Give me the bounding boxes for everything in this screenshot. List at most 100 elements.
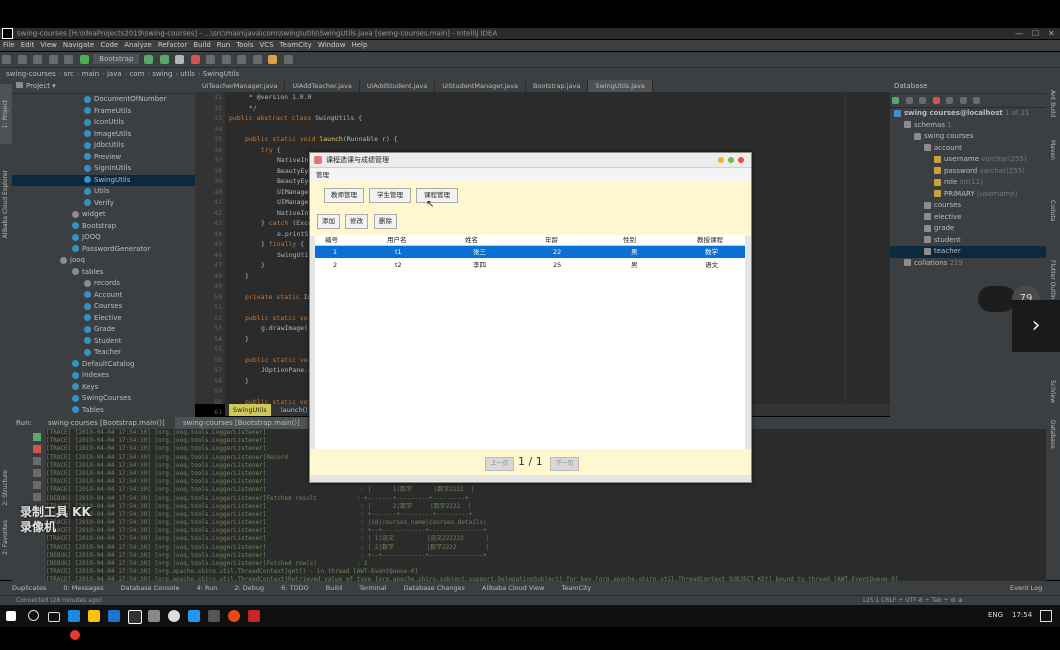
refresh-icon[interactable] <box>33 55 43 64</box>
column-header[interactable]: 姓名 <box>465 235 478 245</box>
app-icon-1[interactable] <box>148 610 160 622</box>
qq-icon[interactable] <box>188 610 200 622</box>
tree-item[interactable]: SwingCourses <box>12 393 195 405</box>
menu-window[interactable]: Window <box>318 41 346 49</box>
close-icon[interactable]: ✕ <box>1048 28 1055 39</box>
bottom-tab[interactable]: Database Console <box>121 584 180 592</box>
explorer-icon[interactable] <box>88 610 100 622</box>
tree-item[interactable]: FrameUtils <box>12 106 195 118</box>
manage-menu[interactable]: 管理 <box>316 171 329 179</box>
student-manage-button[interactable]: 学生管理 <box>369 188 411 203</box>
next-page-button[interactable]: 下一页 <box>550 457 579 471</box>
alibaba-explorer-tool-label[interactable]: Alibaba Cloud Explorer <box>2 170 9 238</box>
dialog-close-icon[interactable] <box>738 157 744 163</box>
dialog-maximize-icon[interactable] <box>728 157 734 163</box>
editor-tab[interactable]: UiStudentManager.java <box>435 80 526 92</box>
coverage-icon[interactable] <box>175 55 185 64</box>
project-panel-header[interactable]: Project ▾ <box>12 80 195 94</box>
editor-tab[interactable]: SwingUtils.java <box>588 80 653 92</box>
dialog-title-bar[interactable]: 课程选课与成绩管理 <box>310 153 751 168</box>
tree-item[interactable]: Account <box>12 290 195 302</box>
right-tool-tab[interactable]: Flutter Outline <box>1049 260 1056 303</box>
tree-item[interactable]: Teacher <box>12 347 195 359</box>
db-tree-item[interactable]: grade <box>890 223 1046 235</box>
menu-vcs[interactable]: VCS <box>259 41 273 49</box>
db-tree-item[interactable]: courses <box>890 200 1046 212</box>
tree-item[interactable]: Bootstrap <box>12 221 195 233</box>
nav-segment[interactable]: swing <box>152 70 172 78</box>
settings-run-icon[interactable] <box>33 481 41 489</box>
editor-tab[interactable]: UiAddStudent.java <box>360 80 436 92</box>
db-tree-item[interactable]: collations 219 <box>890 258 1046 270</box>
run-config-select[interactable]: Bootstrap <box>93 54 140 64</box>
input-language[interactable]: ENG <box>988 611 1003 619</box>
nav-segment[interactable]: SwingUtils <box>203 70 239 78</box>
run-tab-1[interactable]: swing-courses [Bootstrap.main()] <box>40 417 173 429</box>
breadcrumb-class[interactable]: SwingUtils <box>229 404 271 416</box>
db-tree-item[interactable]: student <box>890 235 1046 247</box>
db-tree-item[interactable]: password varchar(255) <box>890 166 1046 178</box>
search-taskbar-icon[interactable] <box>28 610 39 621</box>
column-header[interactable]: 教授课程 <box>697 235 723 245</box>
tree-item[interactable]: SwingUtils <box>12 174 195 186</box>
add-datasource-icon[interactable] <box>892 97 899 104</box>
bottom-tab[interactable]: Build <box>326 584 342 592</box>
breadcrumb-method[interactable]: launch() <box>277 404 312 416</box>
menu-run[interactable]: Run <box>217 41 230 49</box>
refresh-db-icon[interactable] <box>905 97 913 104</box>
app-icon-4[interactable] <box>248 610 260 622</box>
tree-item[interactable]: Utils <box>12 186 195 198</box>
tree-item[interactable]: JOOQ <box>12 232 195 244</box>
structure-icon[interactable] <box>237 55 247 64</box>
tree-item[interactable]: JdbcUtils <box>12 140 195 152</box>
db-tree-item[interactable]: swing courses@localhost 1 of 21 <box>890 108 1046 120</box>
menu-analyze[interactable]: Analyze <box>124 41 152 49</box>
windows-start-icon[interactable] <box>6 611 16 621</box>
menu-navigate[interactable]: Navigate <box>63 41 94 49</box>
stop-icon[interactable] <box>190 55 200 64</box>
vcs-icon[interactable] <box>206 55 216 64</box>
dump-icon[interactable] <box>33 469 41 477</box>
app-icon-2[interactable] <box>208 610 220 622</box>
menu-view[interactable]: View <box>40 41 57 49</box>
menu-build[interactable]: Build <box>193 41 211 49</box>
console-icon[interactable] <box>959 97 967 104</box>
edit-button[interactable]: 修改 <box>345 214 368 229</box>
save-icon[interactable] <box>17 55 27 64</box>
app-icon-3[interactable] <box>228 610 240 622</box>
nav-segment[interactable]: java <box>107 70 122 78</box>
menu-teamcity[interactable]: TeamCity <box>280 41 312 49</box>
filter-icon[interactable] <box>973 97 981 104</box>
tree-item[interactable]: PasswordGenerator <box>12 244 195 256</box>
tree-item[interactable]: DefaultCatalog <box>12 359 195 371</box>
editor-tab[interactable]: UiAddTeacher.java <box>285 80 360 92</box>
db-tree-item[interactable]: account <box>890 143 1046 155</box>
editor-tab[interactable]: Bootstrap.java <box>526 80 589 92</box>
forward-icon[interactable] <box>64 55 74 64</box>
column-header[interactable]: 年龄 <box>545 235 558 245</box>
table-row[interactable]: 1 t1 张三 22 男 数学 <box>315 246 745 258</box>
menu-code[interactable]: Code <box>100 41 118 49</box>
bottom-tab[interactable]: Duplicates <box>12 584 46 592</box>
open-icon[interactable] <box>2 55 11 64</box>
db-tree-item[interactable]: username varchar(255) <box>890 154 1046 166</box>
menu-help[interactable]: Help <box>351 41 367 49</box>
db-tree-item[interactable]: swing courses <box>890 131 1046 143</box>
tree-item[interactable]: jooq <box>12 255 195 267</box>
pause-icon[interactable] <box>33 457 41 465</box>
favorites-tool-label[interactable]: 2: Favorites <box>2 520 9 555</box>
db-tree-item[interactable]: elective <box>890 212 1046 224</box>
bottom-tab[interactable]: Event Log <box>1010 581 1042 595</box>
tree-item[interactable]: Preview <box>12 152 195 164</box>
course-manage-button[interactable]: 课程管理 <box>416 188 458 203</box>
bottom-tab[interactable]: 2: Debug <box>234 584 264 592</box>
back-icon[interactable] <box>48 55 58 64</box>
menu-refactor[interactable]: Refactor <box>158 41 187 49</box>
tree-item[interactable]: ImageUtils <box>12 129 195 141</box>
notification-icon[interactable] <box>1040 610 1052 622</box>
tree-item[interactable]: Grade <box>12 324 195 336</box>
plugin-icon[interactable] <box>268 55 278 64</box>
table-editor-icon[interactable] <box>946 97 954 104</box>
pin-icon[interactable] <box>33 493 41 501</box>
tree-item[interactable]: DocumentOfNumber <box>12 94 195 106</box>
